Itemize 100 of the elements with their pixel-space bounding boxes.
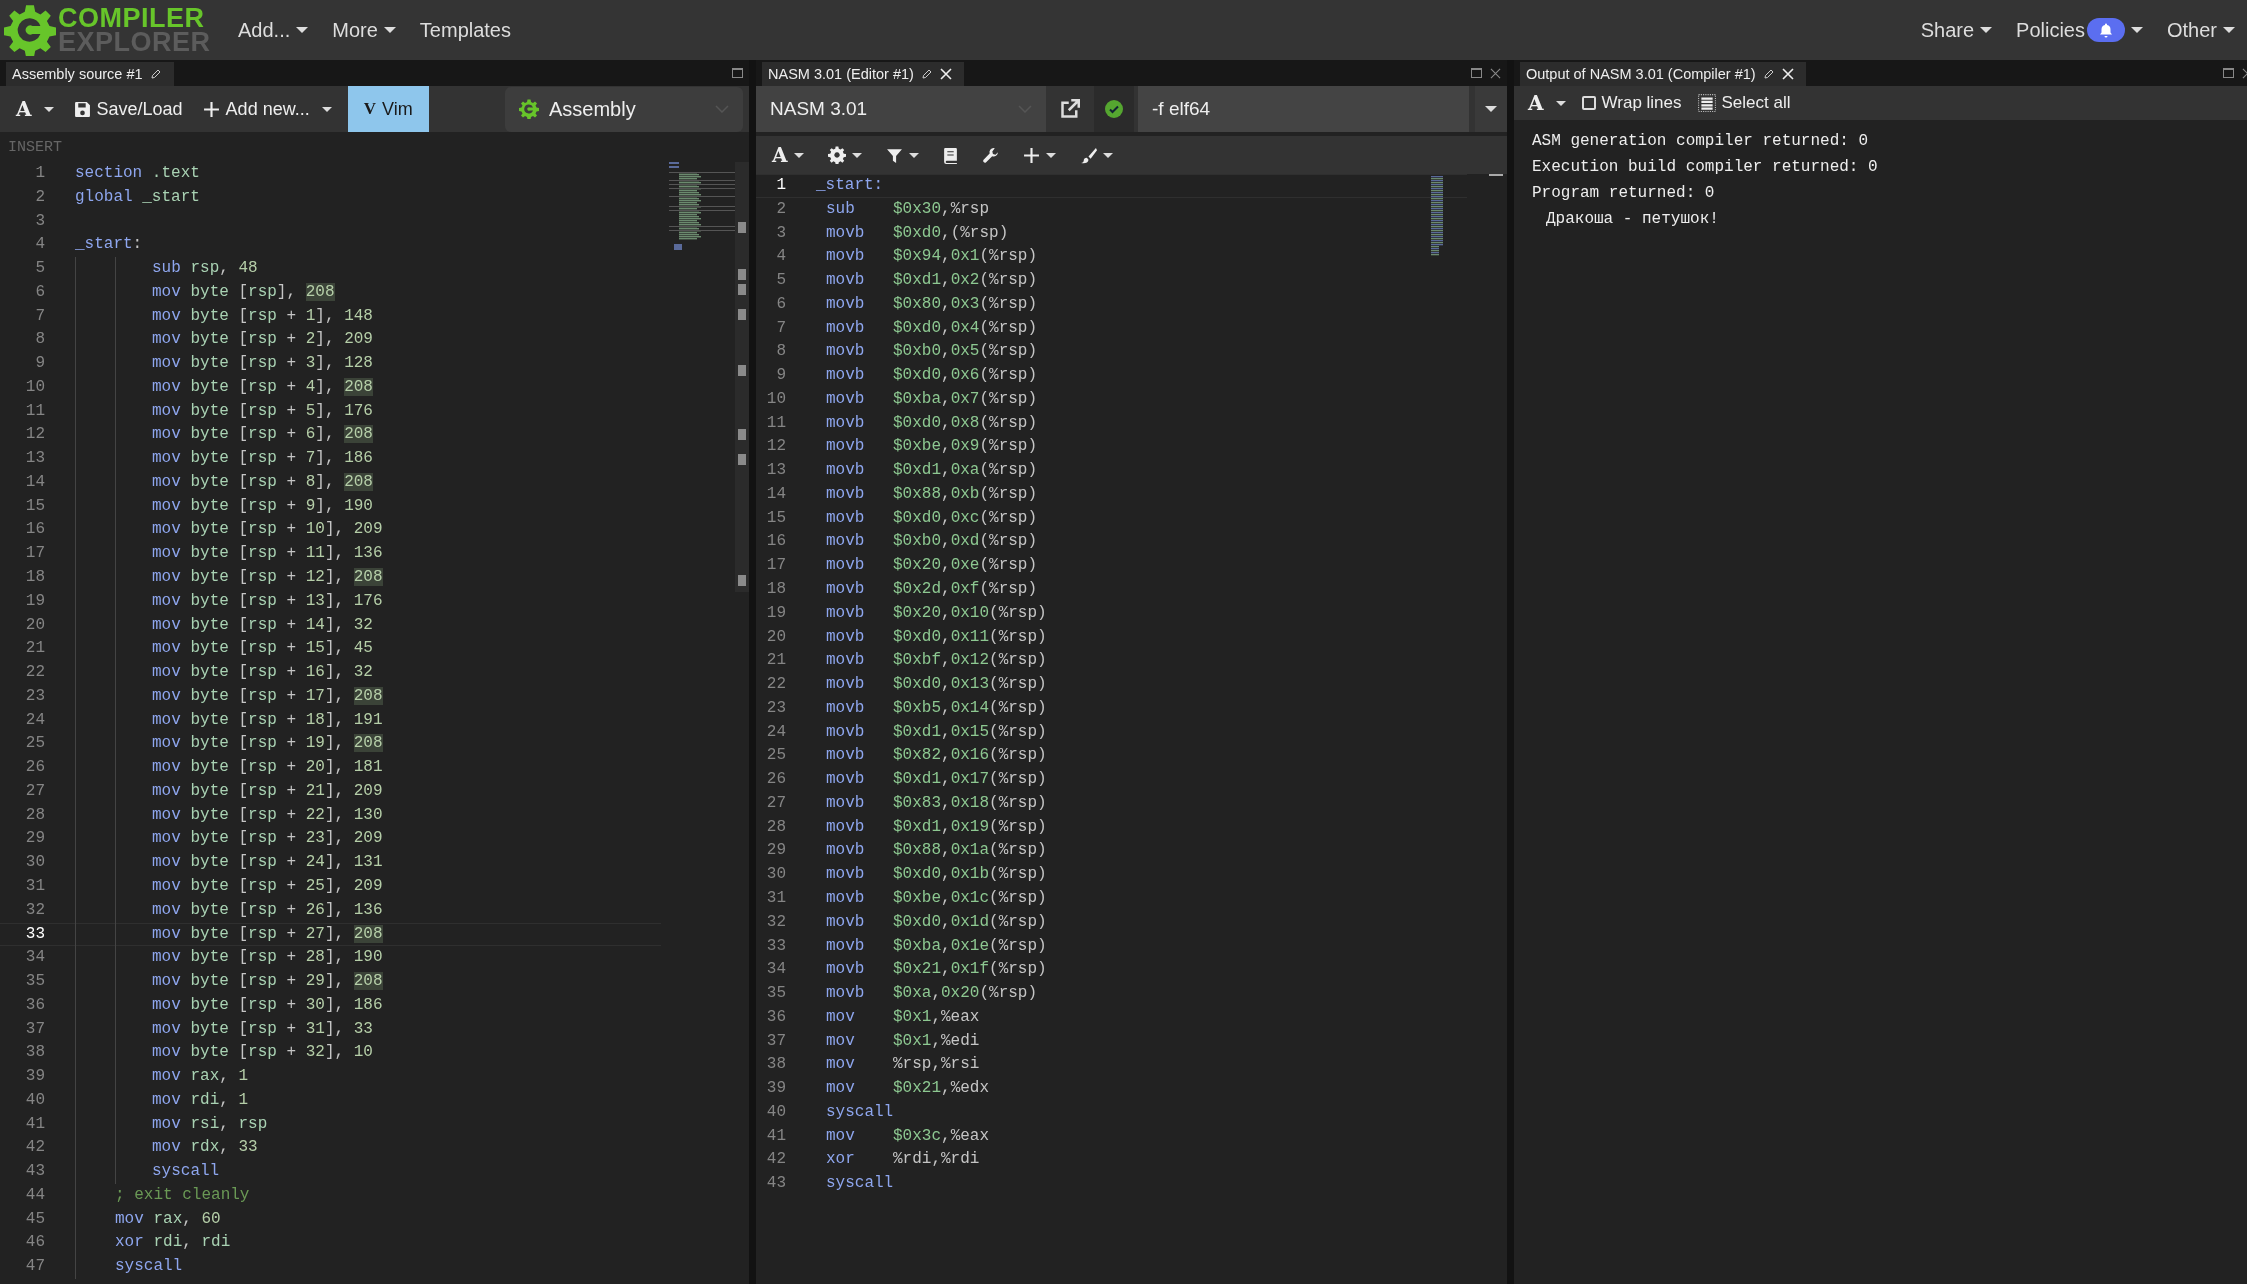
wrench-icon xyxy=(981,146,999,164)
add-new-button[interactable]: Add new... xyxy=(194,86,340,132)
vim-button[interactable]: V Vim xyxy=(347,86,429,132)
code-line: mov byte [rsp + 16], 32 xyxy=(151,662,373,684)
line-number: 32 xyxy=(765,911,786,933)
line-number: 28 xyxy=(765,816,786,838)
code-line: movb $0x20,0xe(%rsp) xyxy=(825,555,1038,577)
line-number: 43 xyxy=(765,1173,786,1195)
output-tab[interactable]: Output of NASM 3.01 (Compiler #1) xyxy=(1520,62,1806,86)
plus-icon xyxy=(202,100,220,118)
caret-icon xyxy=(1485,106,1497,112)
code-line: movb $0x2d,0xf(%rsp) xyxy=(825,579,1038,600)
select-all-button[interactable]: Select all xyxy=(1689,86,1799,120)
code-line: movb $0xb0,0x5(%rsp) xyxy=(825,341,1038,363)
line-number: 21 xyxy=(765,650,786,672)
pencil-icon[interactable] xyxy=(1762,68,1775,80)
code-line: sub $0x30,%rsp xyxy=(825,198,990,220)
line-number: 10 xyxy=(24,376,45,398)
line-number: 36 xyxy=(24,994,45,1016)
code-line: movb $0xd0,0x1d(%rsp) xyxy=(825,911,1047,933)
code-line: mov byte [rsp + 8], 208 xyxy=(151,471,373,493)
nav-menu[interactable]: Share xyxy=(1908,8,2005,52)
code-line: movb $0xd1,0x15(%rsp) xyxy=(825,721,1047,743)
vim-mode-text: INSERT xyxy=(8,138,62,156)
maximize-icon[interactable] xyxy=(2223,68,2234,78)
line-number: 43 xyxy=(24,1161,45,1183)
scrollbar xyxy=(1489,174,1503,176)
code-line: movb $0x94,0x1(%rsp) xyxy=(825,246,1038,268)
code-line: mov byte [rsp + 7], 186 xyxy=(151,448,373,470)
nav-menu[interactable]: Add... xyxy=(226,8,321,52)
code-line: mov rdi, 1 xyxy=(151,1089,249,1111)
gear-logo-icon xyxy=(519,99,539,119)
line-number: 34 xyxy=(765,959,786,981)
output-line: Дракоша - петушок! xyxy=(1545,209,1720,230)
caret-icon xyxy=(908,152,919,158)
code-line: movb $0x88,0xb(%rsp) xyxy=(825,483,1038,505)
code-line: mov byte [rsp + 32], 10 xyxy=(151,1042,373,1064)
line-number: 36 xyxy=(765,1006,786,1028)
code-line: movb $0xba,0x1e(%rsp) xyxy=(825,935,1047,957)
line-number: 2 xyxy=(775,198,786,220)
editor-tab[interactable]: Assembly source #1 xyxy=(6,62,174,86)
code-line: mov byte [rsp + 22], 130 xyxy=(151,804,383,826)
caret-icon xyxy=(2130,27,2143,33)
code-line: movb $0x83,0x18(%rsp) xyxy=(825,792,1047,814)
code-line: mov byte [rsp + 1], 148 xyxy=(151,305,373,327)
code-line: mov byte [rsp + 12], 208 xyxy=(151,567,383,589)
maximize-icon[interactable] xyxy=(732,68,743,78)
line-number: 6 xyxy=(775,293,786,315)
code-line: movb $0xb0,0xd(%rsp) xyxy=(825,531,1038,553)
line-number: 38 xyxy=(765,1054,786,1076)
code-line: movb $0xd1,0x2(%rsp) xyxy=(825,270,1038,292)
line-number: 10 xyxy=(765,388,786,410)
line-number: 27 xyxy=(24,780,45,802)
nav-menu[interactable]: More xyxy=(320,8,408,52)
code-line: movb $0xd0,0x4(%rsp) xyxy=(825,317,1038,339)
font-button[interactable]: A xyxy=(1520,86,1574,120)
code-line: movb $0xd1,0x17(%rsp) xyxy=(825,769,1047,791)
caret-icon xyxy=(2223,27,2235,33)
line-number: 39 xyxy=(24,1066,45,1088)
line-number: 41 xyxy=(765,1125,786,1147)
line-number: 16 xyxy=(765,531,786,553)
nav-menu[interactable]: Policies xyxy=(2004,8,2155,52)
code-line: mov byte [rsp + 5], 176 xyxy=(151,400,373,422)
line-number: 1 xyxy=(775,175,786,196)
code-line: xor rdi, rdi xyxy=(114,1232,231,1254)
code-line: mov byte [rsp + 13], 176 xyxy=(151,590,383,612)
compiler-select[interactable]: NASM 3.01 xyxy=(756,86,1046,132)
font-button[interactable]: A xyxy=(764,137,812,173)
line-number: 5 xyxy=(775,270,786,292)
wrap-lines-checkbox[interactable]: Wrap lines xyxy=(1573,86,1690,120)
line-number: 21 xyxy=(24,638,45,660)
line-number: 1 xyxy=(34,163,45,184)
code-line: section .text xyxy=(75,163,200,184)
code-line: mov byte [rsp + 4], 208 xyxy=(151,376,373,398)
output-line: Program returned: 0 xyxy=(1532,183,1716,204)
code-line: mov byte [rsp + 24], 131 xyxy=(151,852,383,874)
popout-icon[interactable] xyxy=(1060,99,1080,119)
line-number: 15 xyxy=(24,495,45,517)
editor-tab[interactable]: NASM 3.01 (Editor #1) xyxy=(762,62,964,86)
dropdown-button[interactable] xyxy=(1475,86,1507,132)
save-load-button[interactable]: Save/Load xyxy=(65,86,191,132)
code-line: mov byte [rsp + 27], 208 xyxy=(151,923,383,945)
line-number: 20 xyxy=(765,626,786,648)
line-number: 28 xyxy=(24,804,45,826)
line-number: 7 xyxy=(34,305,45,327)
code-line: movb $0xd0,0x13(%rsp) xyxy=(825,674,1047,696)
line-number: 8 xyxy=(34,329,45,351)
code-line: mov rax, 60 xyxy=(114,1208,221,1230)
nav-menu[interactable]: Other xyxy=(2154,8,2247,52)
nav-menu[interactable]: Templates xyxy=(407,8,523,52)
language-select[interactable]: Assembly xyxy=(505,86,743,132)
pencil-icon[interactable] xyxy=(149,68,162,80)
options-field[interactable]: -f elf64 xyxy=(1138,86,1469,132)
code-line: mov byte [rsp + 30], 186 xyxy=(151,994,383,1016)
line-number: 30 xyxy=(24,852,45,874)
settings-icon xyxy=(827,146,846,164)
font-button[interactable]: A xyxy=(8,86,62,132)
code-line: mov byte [rsp + 31], 33 xyxy=(151,1018,373,1040)
pencil-icon[interactable] xyxy=(920,68,933,80)
maximize-icon[interactable] xyxy=(1471,68,1482,78)
